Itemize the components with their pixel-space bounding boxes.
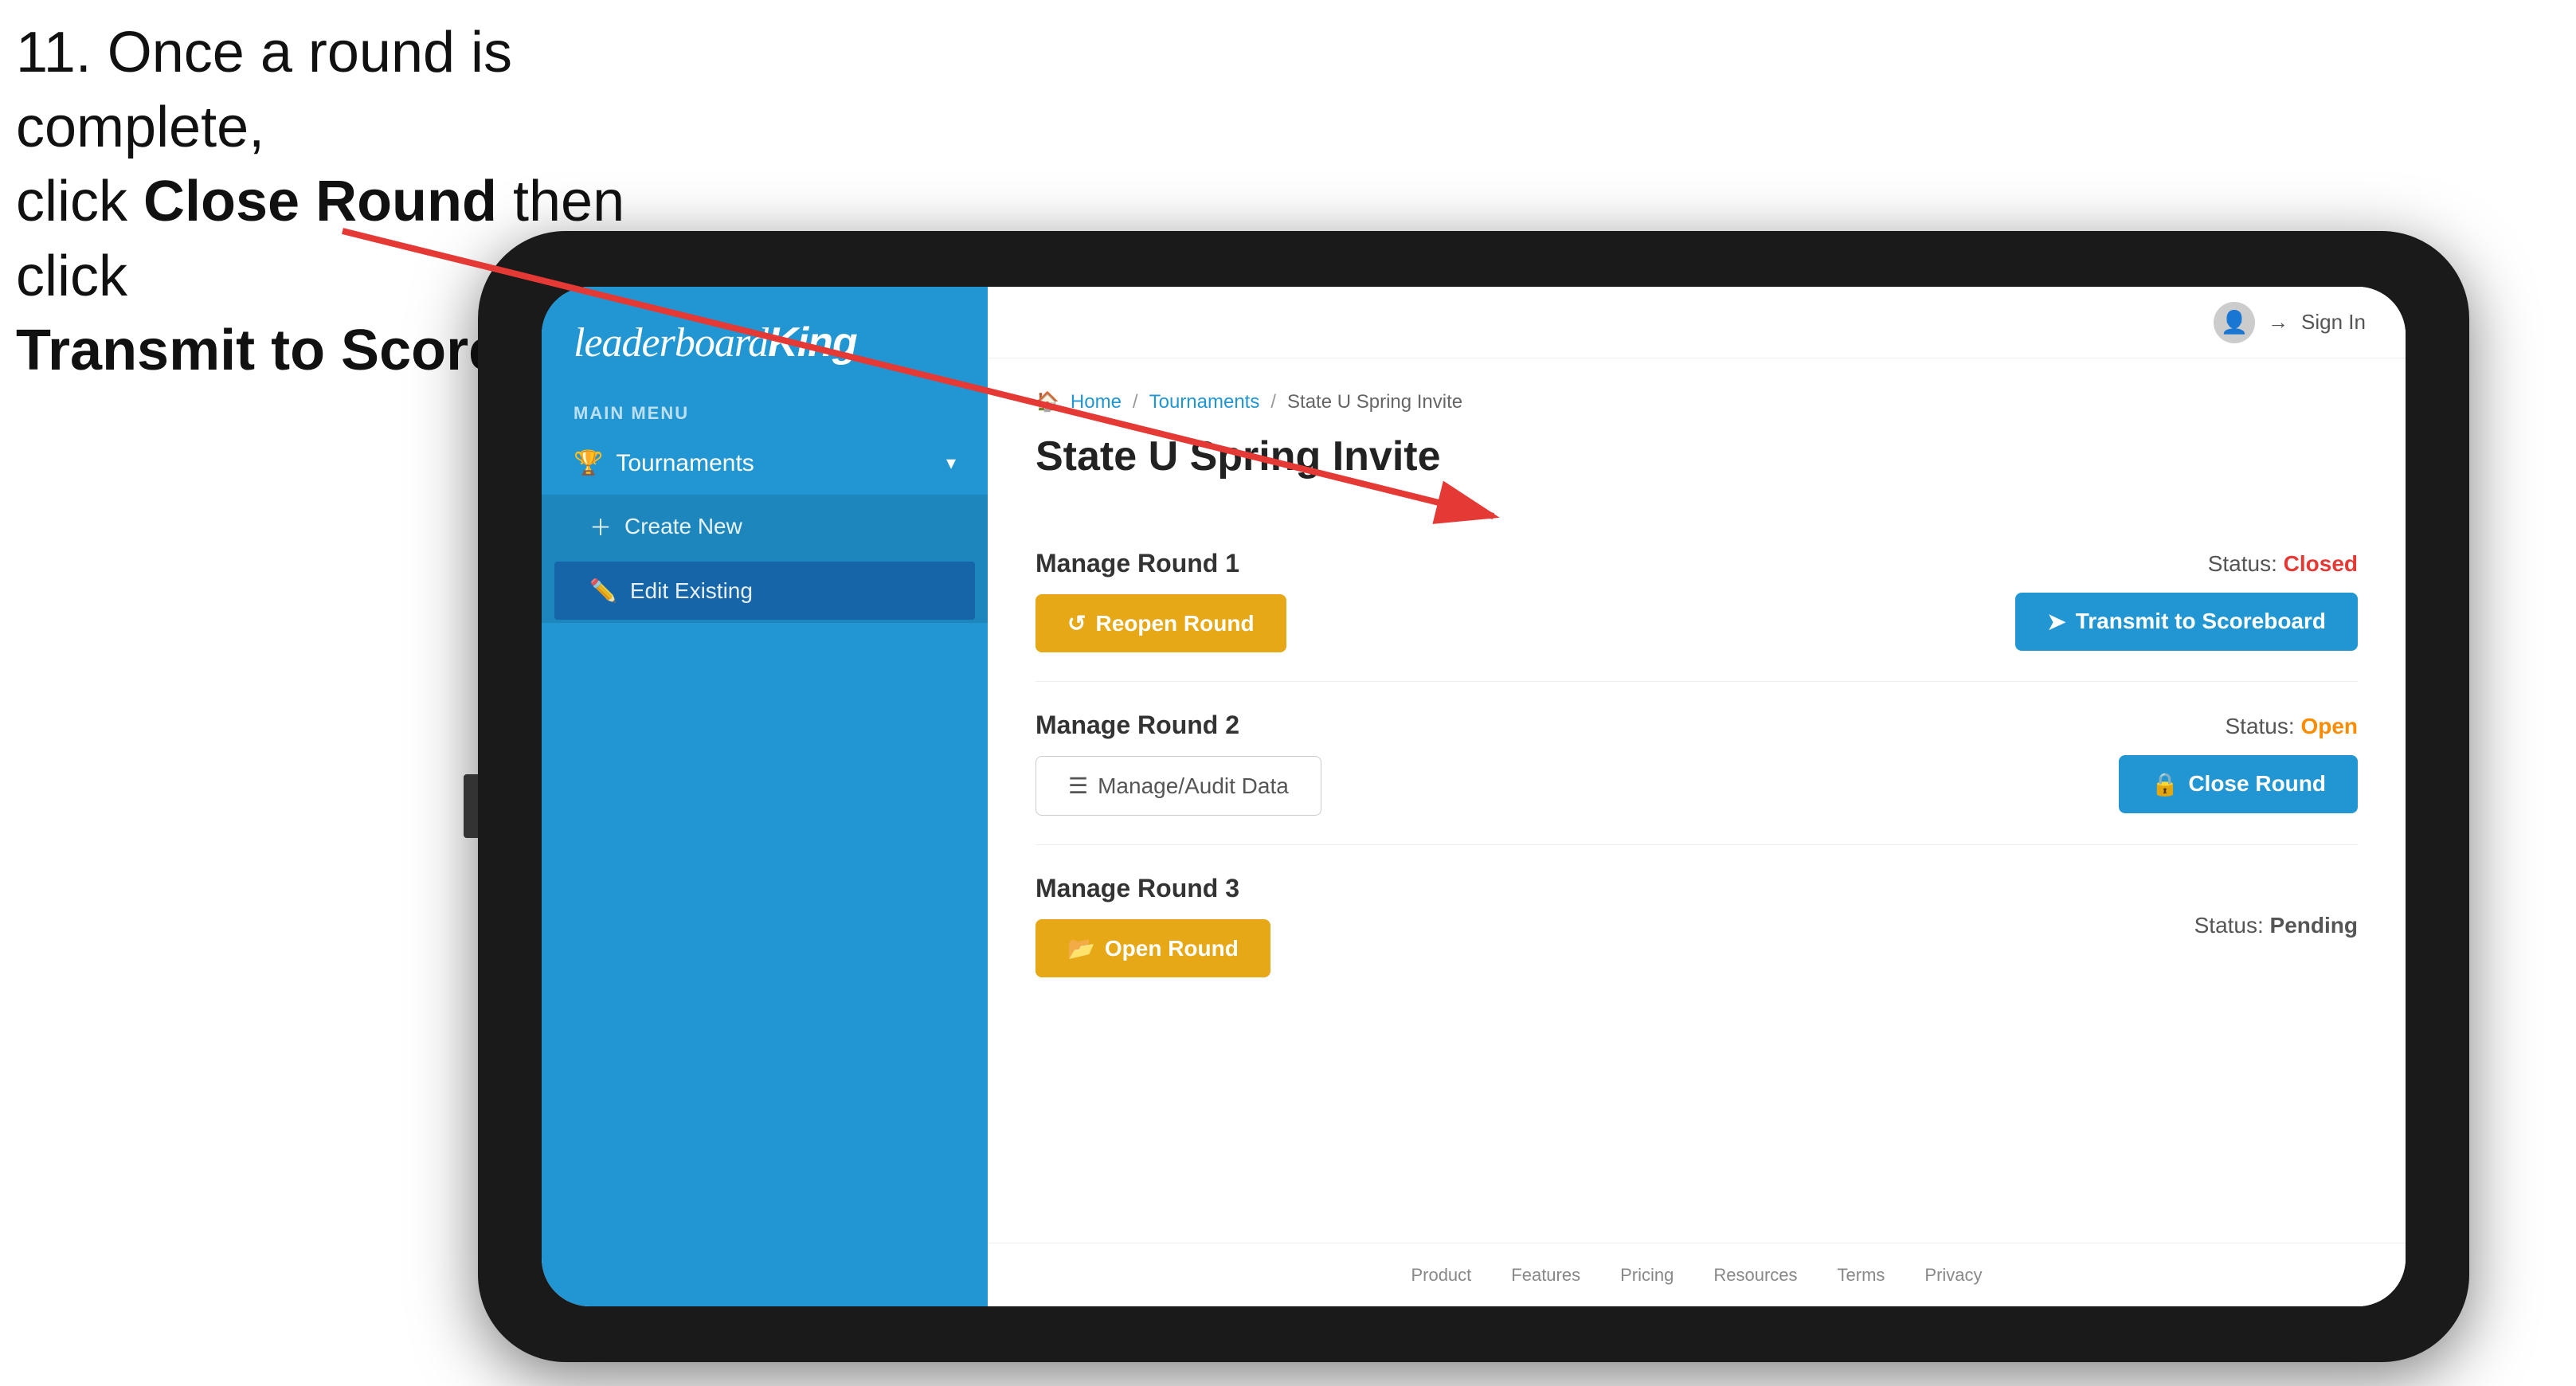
page-content: 🏠 Home / Tournaments / State U Spring In… [988, 358, 2406, 1243]
round-1-status: Status: Closed [2208, 551, 2358, 577]
trophy-icon: 🏆 [574, 449, 603, 477]
edit-icon: ✏️ [589, 578, 617, 604]
sidebar-item-create-new[interactable]: ＋ Create New [542, 495, 988, 558]
round-1-title: Manage Round 1 [1035, 549, 1286, 578]
reopen-icon: ↺ [1067, 610, 1086, 636]
open-icon: 📂 [1067, 935, 1095, 961]
round-2-status: Status: Open [2226, 714, 2359, 739]
transmit-to-scoreboard-button[interactable]: ➤ Transmit to Scoreboard [2015, 593, 2358, 651]
round-1-row: Manage Round 1 ↺ Reopen Round Status: Cl… [1035, 520, 2358, 682]
sidebar-item-tournaments[interactable]: 🏆 Tournaments ▾ [542, 432, 988, 495]
footer-pricing[interactable]: Pricing [1620, 1265, 1674, 1286]
breadcrumb-home[interactable]: Home [1071, 391, 1122, 413]
round-3-title: Manage Round 3 [1035, 874, 1270, 903]
logo-area: leaderboardKing [542, 287, 988, 390]
avatar: 👤 [2214, 302, 2255, 343]
sidebar-item-edit-existing[interactable]: ✏️ Edit Existing [554, 562, 975, 620]
tablet-side-button [464, 774, 478, 838]
breadcrumb-tournaments[interactable]: Tournaments [1149, 391, 1260, 413]
home-icon: 🏠 [1035, 390, 1059, 413]
audit-icon: ☰ [1068, 773, 1088, 799]
manage-audit-data-button[interactable]: ☰ Manage/Audit Data [1035, 756, 1321, 816]
breadcrumb: 🏠 Home / Tournaments / State U Spring In… [1035, 390, 2358, 413]
footer-terms[interactable]: Terms [1838, 1265, 1885, 1286]
sign-in-label-icon: → [2268, 310, 2288, 335]
main-content: 👤 → Sign In 🏠 Home / Tournaments / State [988, 287, 2406, 1306]
logo: leaderboardKing [574, 319, 956, 366]
round-3-right: Status: Pending [2194, 913, 2358, 938]
round-2-right: Status: Open 🔒 Close Round [2119, 714, 2358, 813]
sign-in-button[interactable]: 👤 → Sign In [2214, 302, 2366, 343]
footer-resources[interactable]: Resources [1713, 1265, 1797, 1286]
round-3-row: Manage Round 3 📂 Open Round Status: Pend… [1035, 845, 2358, 1006]
sidebar: leaderboardKing MAIN MENU 🏆 Tournaments … [542, 287, 988, 1306]
footer-features[interactable]: Features [1511, 1265, 1580, 1286]
tablet-shell: leaderboardKing MAIN MENU 🏆 Tournaments … [478, 231, 2469, 1362]
transmit-icon: ➤ [2047, 609, 2065, 635]
footer: Product Features Pricing Resources Terms… [988, 1243, 2406, 1306]
lock-icon: 🔒 [2151, 771, 2179, 797]
app-container: leaderboardKing MAIN MENU 🏆 Tournaments … [542, 287, 2406, 1306]
round-1-right: Status: Closed ➤ Transmit to Scoreboard [2015, 551, 2358, 651]
open-round-button[interactable]: 📂 Open Round [1035, 919, 1270, 977]
round-2-left: Manage Round 2 ☰ Manage/Audit Data [1035, 711, 1321, 816]
tablet-screen: leaderboardKing MAIN MENU 🏆 Tournaments … [542, 287, 2406, 1306]
close-round-button[interactable]: 🔒 Close Round [2119, 755, 2358, 813]
footer-privacy[interactable]: Privacy [1924, 1265, 1982, 1286]
main-menu-label: MAIN MENU [542, 390, 988, 432]
round-2-row: Manage Round 2 ☰ Manage/Audit Data Statu… [1035, 682, 2358, 845]
plus-icon: ＋ [589, 511, 612, 542]
page-title: State U Spring Invite [1035, 433, 2358, 480]
footer-product[interactable]: Product [1411, 1265, 1471, 1286]
round-3-left: Manage Round 3 📂 Open Round [1035, 874, 1270, 977]
round-2-title: Manage Round 2 [1035, 711, 1321, 740]
reopen-round-button[interactable]: ↺ Reopen Round [1035, 594, 1286, 652]
round-1-left: Manage Round 1 ↺ Reopen Round [1035, 549, 1286, 652]
round-3-status: Status: Pending [2194, 913, 2358, 938]
sidebar-submenu: ＋ Create New ✏️ Edit Existing [542, 495, 988, 623]
breadcrumb-current: State U Spring Invite [1287, 391, 1462, 413]
top-nav: 👤 → Sign In [988, 287, 2406, 358]
chevron-down-icon: ▾ [946, 452, 956, 475]
